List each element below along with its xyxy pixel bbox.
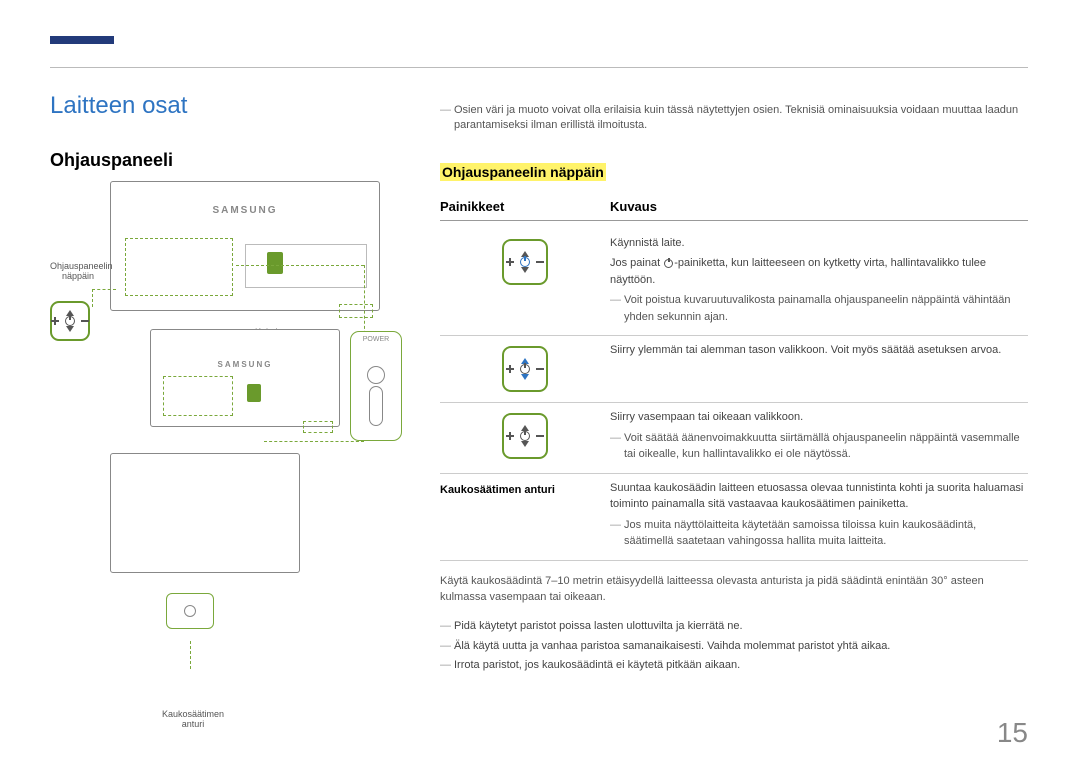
remote-sensor-callout (166, 593, 214, 629)
table-row: Käynnistä laite. Jos painat -painiketta,… (440, 229, 1028, 337)
bullet-3: Irrota paristot, jos kaukosäädintä ei kä… (440, 656, 1028, 676)
key-icon-leftright (502, 413, 548, 459)
row3-note: Voit säätää äänenvoimakkuutta siirtämäll… (610, 430, 1028, 463)
device-diagram-2: SAMSUNG (150, 329, 340, 427)
bullet-2: Älä käytä uutta ja vanhaa paristoa saman… (440, 637, 1028, 657)
page-content: Laitteen osat Ohjauspaneeli SAMSUNG Ohja… (50, 92, 1028, 721)
label-ctrlkey: Ohjauspaneelin näppäin (50, 261, 106, 281)
table-header: Painikkeet Kuvaus (440, 199, 1028, 221)
bullet-1: Pidä käytetyt paristot poissa lasten ulo… (440, 617, 1028, 637)
power-cord-icon (369, 386, 383, 426)
device-diagram-1: SAMSUNG (110, 181, 380, 311)
port-area-solid (245, 244, 367, 288)
key-icon-power (502, 239, 548, 285)
callout-line-2 (264, 441, 364, 442)
callout-connector-v (92, 289, 93, 307)
footer-line: Käytä kaukosäädintä 7–10 metrin etäisyyd… (440, 573, 1028, 606)
table-row: Siirry ylemmän tai alemman tason valikko… (440, 336, 1028, 403)
connector-icon (267, 252, 283, 274)
power-icon-inline (664, 259, 673, 268)
diagram-area: SAMSUNG Ohjauspaneelin näppäin Kaiutin D… (50, 181, 420, 721)
port-area-dashed (125, 238, 233, 296)
sensor-connector (190, 641, 191, 669)
intro-note: Osien väri ja muoto voivat olla erilaisi… (440, 103, 1028, 134)
row1-line1: Käynnistä laite. (610, 235, 1028, 252)
row4-note: Jos muita näyttölaitteita käytetään samo… (610, 517, 1028, 550)
left-column: Laitteen osat Ohjauspaneeli SAMSUNG Ohja… (50, 92, 440, 721)
label-remote-sensor: Kaukosäätimen anturi (158, 709, 228, 729)
callout-line-1 (236, 265, 364, 266)
control-key-icon (50, 301, 90, 341)
row4-label: Kaukosäätimen anturi (440, 484, 555, 496)
row1-note: Voit poistua kuvaruutuvalikosta painamal… (610, 292, 1028, 325)
callout-line-1v (364, 265, 365, 339)
header-color-bar (50, 36, 114, 44)
page-title: Laitteen osat (50, 92, 420, 120)
subsection-title: Ohjauspaneelin näppäin (440, 163, 606, 181)
brand-logo-2: SAMSUNG (218, 360, 273, 369)
row2-line1: Siirry ylemmän tai alemman tason valikko… (610, 342, 1028, 359)
row1-line2: Jos painat -painiketta, kun laitteeseen … (610, 255, 1028, 288)
section-title-left: Ohjauspaneeli (50, 150, 420, 171)
table-row: Kaukosäätimen anturi Suuntaa kaukosäädin… (440, 474, 1028, 561)
row3-line1: Siirry vasempaan tai oikeaan valikkoon. (610, 409, 1028, 426)
control-key-callout (50, 301, 90, 341)
table-row: Siirry vasempaan tai oikeaan valikkoon. … (440, 403, 1028, 474)
callout-connector (92, 289, 116, 290)
col-header-desc: Kuvaus (610, 199, 1028, 214)
col-header-buttons: Painikkeet (440, 199, 610, 214)
connector-icon-2 (247, 384, 261, 402)
power-handle-icon (367, 366, 385, 384)
device-diagram-3 (110, 453, 300, 573)
right-column: Osien väri ja muoto voivat olla erilaisi… (440, 92, 1028, 721)
header-rule (50, 67, 1028, 68)
power-label: POWER (351, 336, 401, 343)
speaker-callout-1 (339, 304, 373, 318)
brand-logo: SAMSUNG (212, 205, 277, 216)
port-area-dashed-2 (163, 376, 233, 416)
row4-line1: Suuntaa kaukosäädin laitteen etuosassa o… (610, 480, 1028, 513)
footer-bullets: Pidä käytetyt paristot poissa lasten ulo… (440, 617, 1028, 676)
power-module-callout: POWER (350, 331, 402, 441)
speaker-callout-2 (303, 421, 333, 433)
key-icon-updown (502, 346, 548, 392)
page-number: 15 (997, 717, 1028, 749)
